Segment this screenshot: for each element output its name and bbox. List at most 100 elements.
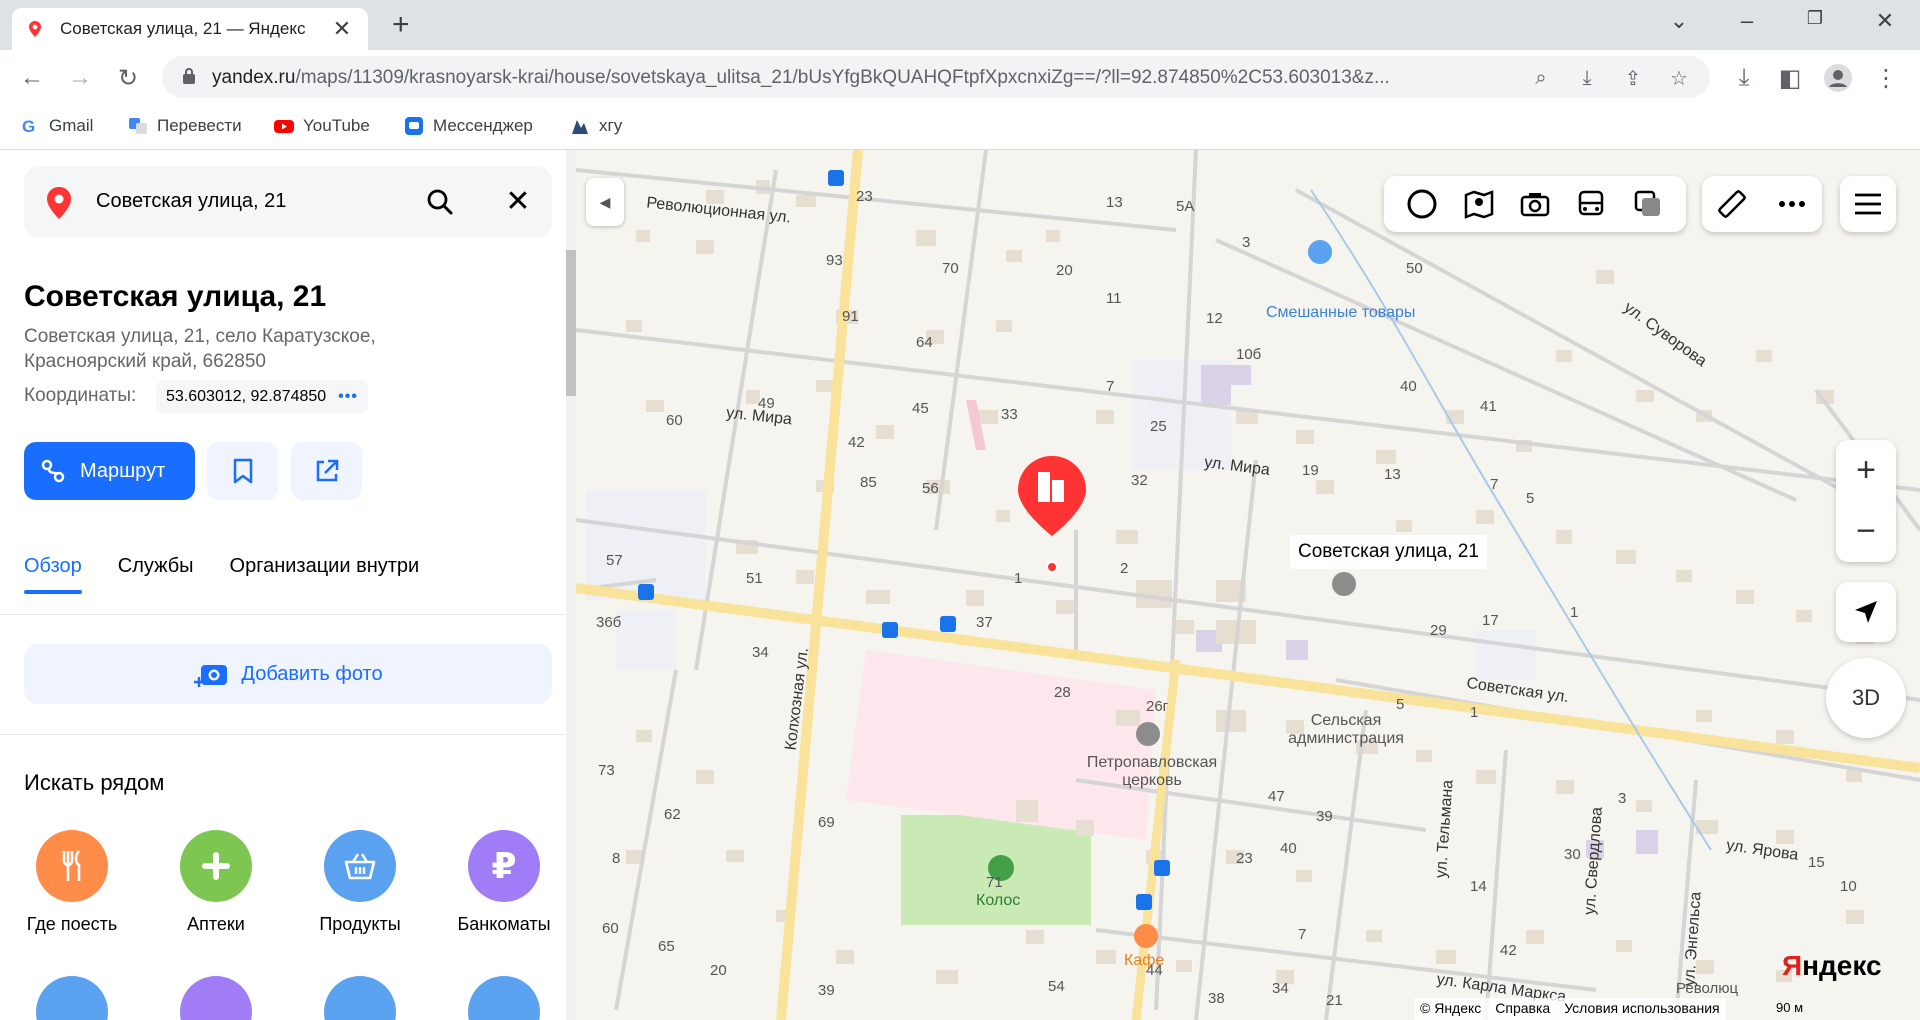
my-location-button[interactable] [1836,582,1896,642]
back-button[interactable]: ← [14,60,50,96]
bookmark-translate[interactable]: Перевести [128,116,242,136]
more-icon[interactable] [1775,187,1809,221]
category-shops[interactable] [300,976,420,1020]
ruler-icon[interactable] [1715,187,1749,221]
house-number: 14 [1470,878,1487,895]
profile-avatar[interactable] [1820,60,1856,96]
bus-icon[interactable] [1574,187,1608,221]
tab-close-button[interactable]: ✕ [330,16,354,42]
help-link[interactable]: Справка [1495,1000,1550,1018]
house-number: 39 [818,982,835,999]
hamburger-icon [1855,193,1881,215]
house-number: 2 [1120,560,1129,577]
route-button[interactable]: Маршрут [24,442,195,500]
share-button[interactable] [291,442,362,500]
bookmark-gmail[interactable]: G Gmail [20,116,93,136]
3d-button[interactable]: 3D [1826,658,1906,738]
house-number: 51 [746,570,763,587]
map-canvas[interactable]: Революционная ул. ул. Мира ул. Мира Колх… [576,150,1920,1020]
poi-admin-label[interactable]: Сельская администрация [1276,712,1416,748]
traffic-icon[interactable] [1405,187,1439,221]
house-number: 10б [1236,346,1262,363]
house-number: 36б [596,614,622,631]
shopping-bag-icon [36,976,108,1020]
house-number: Революц [1676,980,1739,997]
poi-shop-label[interactable]: Смешанные товары [1266,304,1415,322]
bookmark-star-icon[interactable]: ☆ [1666,65,1692,91]
selected-place-label[interactable]: Советская улица, 21 [1290,535,1487,569]
category-pharmacy[interactable]: Аптеки [156,830,276,935]
tab-services[interactable]: Службы [118,555,194,594]
add-photo-button[interactable]: Добавить фото [24,644,552,704]
tab-overview[interactable]: Обзор [24,555,82,594]
poi-cafe-label[interactable]: Кафе [1124,952,1164,970]
poi-church-label[interactable]: Петропавловская церковь [1072,754,1232,790]
zoom-in-button[interactable]: + [1836,440,1896,501]
category-shopping[interactable] [12,976,132,1020]
yandex-logo: Яндекс [1782,950,1882,981]
university-icon [572,120,588,134]
house-number: 19 [1302,462,1319,479]
house-number: 93 [826,252,843,269]
translate-icon [129,118,147,134]
category-food[interactable]: Где поесть [12,830,132,935]
house-number: 12 [1206,310,1223,327]
svg-text:G: G [22,117,35,136]
coords-value[interactable]: 53.603012, 92.874850 ••• [156,380,368,414]
search-box[interactable]: Советская улица, 21 ✕ [24,166,552,238]
house-number: 85 [860,474,877,491]
close-window-button[interactable]: ✕ [1870,8,1900,34]
category-atm[interactable]: ₽ Банкоматы [444,830,564,935]
house-number: 3 [1242,234,1251,251]
restore-button[interactable]: ❐ [1800,8,1830,29]
new-tab-button[interactable]: + [392,10,410,40]
collapse-panel-button[interactable]: ◀ [586,178,624,226]
terms-link[interactable]: Условия использования [1564,1000,1719,1018]
category-groceries[interactable]: Продукты [300,830,420,935]
bookmark-button[interactable] [207,442,278,500]
clear-search-button[interactable]: ✕ [500,184,536,220]
minimize-button[interactable]: – [1732,8,1762,34]
bookmark-youtube[interactable]: YouTube [274,116,370,136]
map-layers-icon[interactable] [1631,187,1665,221]
tab-organizations-inside[interactable]: Организации внутри [230,555,420,594]
bookmark-hgu[interactable]: хгу [570,116,622,136]
house-number: 21 [1326,992,1343,1009]
browser-tab[interactable]: Советская улица, 21 — Яндекс ✕ [12,8,368,50]
search-button[interactable] [422,184,458,220]
house-number: 57 [606,552,623,569]
forward-button[interactable]: → [62,60,98,96]
messenger-icon [405,117,423,135]
downloads-icon[interactable]: ⤓ [1726,60,1762,96]
house-number: 23 [1236,850,1253,867]
camera-icon[interactable] [1518,187,1552,221]
house-number: 56 [922,480,939,497]
search-input[interactable]: Советская улица, 21 [96,190,286,213]
install-app-icon[interactable]: ⤓ [1574,65,1600,91]
reload-button[interactable]: ↻ [110,60,146,96]
panorama-icon[interactable] [1462,187,1496,221]
share-icon[interactable]: ⇪ [1620,65,1646,91]
tab-search-icon[interactable]: ⌄ [1664,8,1694,34]
category-cafes[interactable] [444,976,564,1020]
house-number: 60 [666,412,683,429]
house-number: 40 [1280,840,1297,857]
ruble-icon: ₽ [468,830,540,902]
main-menu-button[interactable] [1840,176,1896,232]
bookmark-messenger[interactable]: Мессенджер [404,116,533,136]
route-icon [41,459,65,483]
house-number: 60 [602,920,619,937]
address-bar[interactable]: yandex.ru/maps/11309/krasnoyarsk-krai/ho… [162,56,1710,98]
browser-menu-icon[interactable]: ⋮ [1868,60,1904,96]
coords-more-button[interactable]: ••• [338,388,358,406]
category-hotels[interactable] [156,976,276,1020]
search-page-icon[interactable]: ⌕ [1528,65,1554,91]
zoom-out-button[interactable]: − [1836,501,1896,562]
panel-scrollbar-thumb[interactable] [566,250,576,396]
side-panel-icon[interactable]: ◧ [1772,60,1808,96]
church-area [846,650,1156,840]
house-number: 54 [1048,978,1065,995]
map-scale: 90 м [1776,1000,1804,1015]
poi-stadium-label[interactable]: Колос [976,892,1020,910]
browser-toolbar: ← → ↻ yandex.ru/maps/11309/krasnoyarsk-k… [0,50,1920,106]
